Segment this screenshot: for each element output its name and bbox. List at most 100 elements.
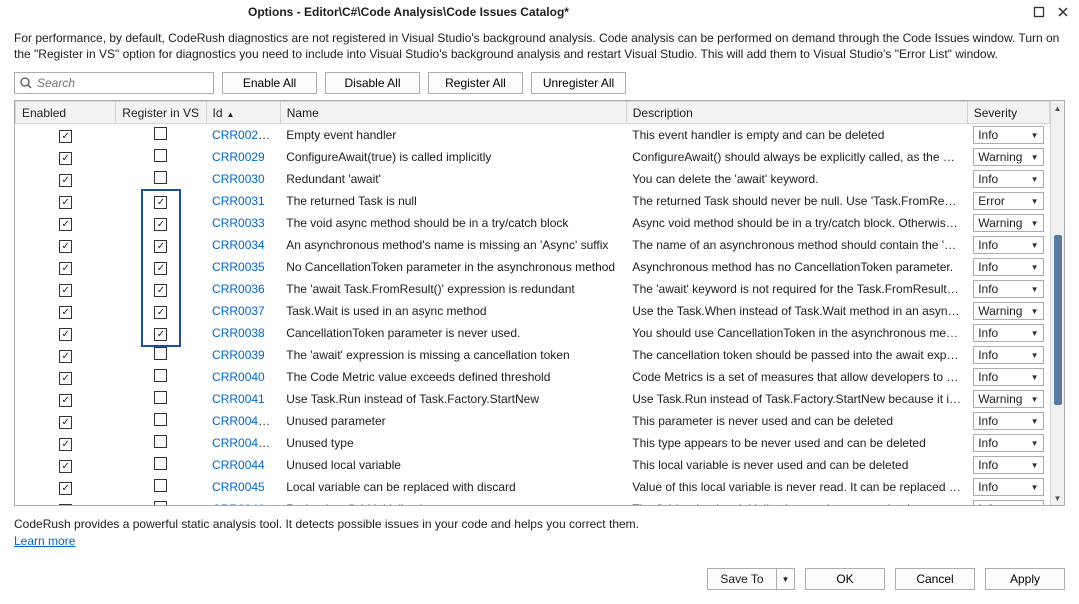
table-row[interactable]: CRR0041Use Task.Run instead of Task.Fact…	[16, 388, 1050, 410]
table-row[interactable]: CRR0036The 'await Task.FromResult()' exp…	[16, 278, 1050, 300]
severity-dropdown[interactable]: Warning▼	[973, 148, 1043, 166]
issue-id-link[interactable]: CRR0033	[212, 216, 265, 230]
table-row[interactable]: CRR0028✲Empty event handlerThis event ha…	[16, 124, 1050, 147]
register-checkbox[interactable]	[154, 306, 167, 319]
chevron-down-icon[interactable]: ▼	[777, 568, 795, 590]
scroll-up-icon[interactable]: ▲	[1051, 101, 1064, 115]
table-row[interactable]: CRR0045Local variable can be replaced wi…	[16, 476, 1050, 498]
enabled-checkbox[interactable]	[59, 262, 72, 275]
disable-all-button[interactable]: Disable All	[325, 72, 420, 94]
enabled-checkbox[interactable]	[59, 504, 72, 505]
table-row[interactable]: CRR0031The returned Task is nullThe retu…	[16, 190, 1050, 212]
enabled-checkbox[interactable]	[59, 174, 72, 187]
table-row[interactable]: CRR0034An asynchronous method's name is …	[16, 234, 1050, 256]
register-checkbox[interactable]	[154, 479, 167, 492]
severity-dropdown[interactable]: Error▼	[973, 192, 1043, 210]
severity-dropdown[interactable]: Info▼	[973, 170, 1043, 188]
register-checkbox[interactable]	[154, 435, 167, 448]
issue-id-link[interactable]: CRR0034	[212, 238, 265, 252]
severity-dropdown[interactable]: Warning▼	[973, 214, 1043, 232]
enabled-checkbox[interactable]	[59, 438, 72, 451]
register-checkbox[interactable]	[154, 284, 167, 297]
enabled-checkbox[interactable]	[59, 130, 72, 143]
register-checkbox[interactable]	[154, 391, 167, 404]
severity-dropdown[interactable]: Info▼	[973, 236, 1043, 254]
table-row[interactable]: CRR0046Redundant field initializationThe…	[16, 498, 1050, 505]
search-input[interactable]	[37, 76, 209, 90]
enabled-checkbox[interactable]	[59, 350, 72, 363]
enabled-checkbox[interactable]	[59, 482, 72, 495]
ok-button[interactable]: OK	[805, 568, 885, 590]
severity-dropdown[interactable]: Info▼	[973, 368, 1043, 386]
enable-all-button[interactable]: Enable All	[222, 72, 317, 94]
vertical-scrollbar[interactable]: ▲ ▼	[1050, 101, 1064, 505]
col-id[interactable]: Id▲	[206, 102, 280, 124]
enabled-checkbox[interactable]	[59, 372, 72, 385]
scrollbar-thumb[interactable]	[1054, 235, 1062, 405]
register-checkbox[interactable]	[154, 501, 167, 505]
enabled-checkbox[interactable]	[59, 416, 72, 429]
restore-icon[interactable]	[1031, 4, 1047, 20]
issue-id-link[interactable]: CRR0035	[212, 260, 265, 274]
table-row[interactable]: CRR0033The void async method should be i…	[16, 212, 1050, 234]
register-checkbox[interactable]	[154, 262, 167, 275]
enabled-checkbox[interactable]	[59, 394, 72, 407]
register-all-button[interactable]: Register All	[428, 72, 523, 94]
search-input-wrap[interactable]	[14, 72, 214, 94]
severity-dropdown[interactable]: Info▼	[973, 324, 1043, 342]
enabled-checkbox[interactable]	[59, 284, 72, 297]
save-to-button[interactable]: Save To ▼	[707, 568, 795, 590]
table-row[interactable]: CRR0042✲Unused parameterThis parameter i…	[16, 410, 1050, 432]
severity-dropdown[interactable]: Warning▼	[973, 302, 1043, 320]
issue-id-link[interactable]: CRR0038	[212, 326, 265, 340]
register-checkbox[interactable]	[154, 171, 167, 184]
issue-id-link[interactable]: CRR0029	[212, 150, 265, 164]
issue-id-link[interactable]: CRR0037	[212, 304, 265, 318]
issue-id-link[interactable]: CRR0036	[212, 282, 265, 296]
register-checkbox[interactable]	[154, 328, 167, 341]
enabled-checkbox[interactable]	[59, 306, 72, 319]
issue-id-link[interactable]: CRR0045	[212, 480, 265, 494]
register-checkbox[interactable]	[154, 347, 167, 360]
col-enabled[interactable]: Enabled	[16, 102, 116, 124]
issue-id-link[interactable]: CRR0041	[212, 392, 265, 406]
enabled-checkbox[interactable]	[59, 460, 72, 473]
col-description[interactable]: Description	[626, 102, 967, 124]
issue-id-link[interactable]: CRR0028	[212, 128, 270, 142]
register-checkbox[interactable]	[154, 240, 167, 253]
register-checkbox[interactable]	[154, 127, 167, 140]
issue-id-link[interactable]: CRR0044	[212, 458, 265, 472]
scroll-down-icon[interactable]: ▼	[1051, 491, 1064, 505]
severity-dropdown[interactable]: Info▼	[973, 434, 1043, 452]
severity-dropdown[interactable]: Info▼	[973, 346, 1043, 364]
register-checkbox[interactable]	[154, 218, 167, 231]
severity-dropdown[interactable]: Info▼	[973, 412, 1043, 430]
table-row[interactable]: CRR0039The 'await' expression is missing…	[16, 344, 1050, 366]
table-row[interactable]: CRR0038CancellationToken parameter is ne…	[16, 322, 1050, 344]
issue-id-link[interactable]: CRR0030	[212, 172, 265, 186]
severity-dropdown[interactable]: Info▼	[973, 126, 1043, 144]
issue-id-link[interactable]: CRR0031	[212, 194, 265, 208]
table-row[interactable]: CRR0037Task.Wait is used in an async met…	[16, 300, 1050, 322]
severity-dropdown[interactable]: Info▼	[973, 280, 1043, 298]
register-checkbox[interactable]	[154, 457, 167, 470]
issue-id-link[interactable]: CRR0040	[212, 370, 265, 384]
table-row[interactable]: CRR0029ConfigureAwait(true) is called im…	[16, 146, 1050, 168]
enabled-checkbox[interactable]	[59, 328, 72, 341]
col-severity[interactable]: Severity	[967, 102, 1049, 124]
severity-dropdown[interactable]: Info▼	[973, 456, 1043, 474]
table-row[interactable]: CRR0035No CancellationToken parameter in…	[16, 256, 1050, 278]
table-row[interactable]: CRR0030Redundant 'await'You can delete t…	[16, 168, 1050, 190]
enabled-checkbox[interactable]	[59, 152, 72, 165]
severity-dropdown[interactable]: Info▼	[973, 478, 1043, 496]
severity-dropdown[interactable]: Info▼	[973, 500, 1043, 505]
table-row[interactable]: CRR0043✲Unused typeThis type appears to …	[16, 432, 1050, 454]
enabled-checkbox[interactable]	[59, 196, 72, 209]
register-checkbox[interactable]	[154, 149, 167, 162]
apply-button[interactable]: Apply	[985, 568, 1065, 590]
enabled-checkbox[interactable]	[59, 218, 72, 231]
enabled-checkbox[interactable]	[59, 240, 72, 253]
issue-id-link[interactable]: CRR0039	[212, 348, 265, 362]
col-name[interactable]: Name	[280, 102, 626, 124]
table-row[interactable]: CRR0040The Code Metric value exceeds def…	[16, 366, 1050, 388]
